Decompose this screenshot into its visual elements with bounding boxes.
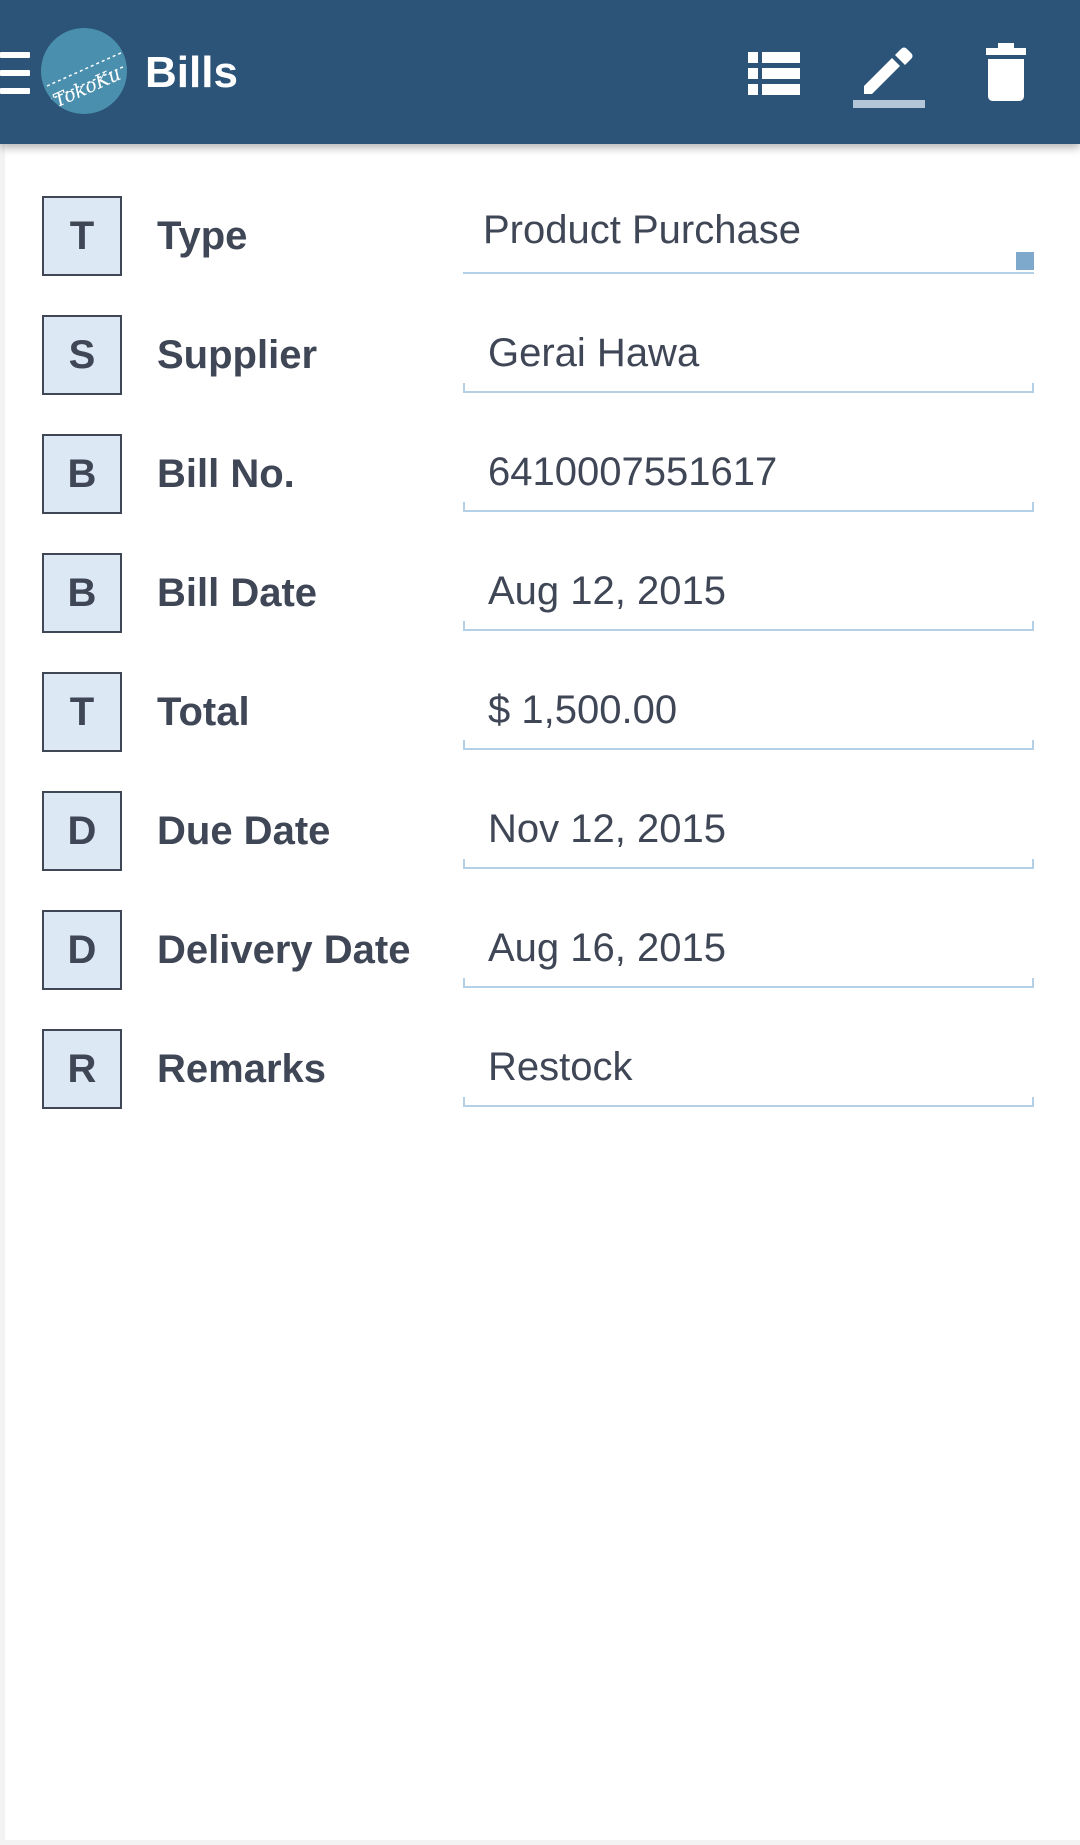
- field-underline: [463, 867, 1034, 869]
- menu-icon[interactable]: [0, 52, 30, 94]
- field-underline-tick: [463, 1097, 465, 1107]
- total-field[interactable]: $ 1,500.00: [463, 660, 1034, 750]
- field-underline: [463, 1105, 1034, 1107]
- form-row-due-date: D Due Date Nov 12, 2015: [5, 769, 1080, 871]
- field-underline-tick: [1032, 502, 1034, 512]
- field-underline-tick: [463, 502, 465, 512]
- form-row-delivery-date: D Delivery Date Aug 16, 2015: [5, 888, 1080, 990]
- field-underline: [463, 986, 1034, 988]
- form-row-type: T Type Product Purchase: [5, 174, 1080, 276]
- due-date-value: Nov 12, 2015: [488, 807, 726, 851]
- active-indicator: [853, 100, 925, 108]
- delivery-date-field[interactable]: Aug 16, 2015: [463, 898, 1034, 988]
- field-label: Bill Date: [157, 571, 318, 615]
- field-underline: [463, 272, 1034, 274]
- field-underline-tick: [1032, 621, 1034, 631]
- field-underline-tick: [463, 621, 465, 631]
- total-value: $ 1,500.00: [488, 688, 678, 732]
- edit-button[interactable]: [848, 36, 928, 112]
- field-initial-badge: D: [42, 791, 122, 871]
- field-underline-tick: [1032, 383, 1034, 393]
- field-underline-tick: [1032, 740, 1034, 750]
- field-label: Remarks: [157, 1047, 327, 1091]
- field-underline: [463, 510, 1034, 512]
- field-label: Due Date: [157, 809, 331, 853]
- bill-date-value: Aug 12, 2015: [488, 569, 726, 613]
- field-label: Type: [157, 214, 248, 258]
- app-bar: TokoKu Bills: [0, 0, 1080, 144]
- delete-button[interactable]: [966, 36, 1046, 112]
- field-initial-badge: S: [42, 315, 122, 395]
- remarks-value: Restock: [488, 1045, 633, 1089]
- supplier-field[interactable]: Gerai Hawa: [463, 303, 1034, 393]
- field-label: Total: [157, 690, 250, 734]
- bill-no-value: 6410007551617: [488, 450, 778, 494]
- field-underline-tick: [463, 740, 465, 750]
- due-date-field[interactable]: Nov 12, 2015: [463, 779, 1034, 869]
- form-row-supplier: S Supplier Gerai Hawa: [5, 293, 1080, 395]
- type-select[interactable]: Product Purchase: [463, 184, 1034, 274]
- app-logo[interactable]: TokoKu: [41, 28, 127, 114]
- delivery-date-value: Aug 16, 2015: [488, 926, 726, 970]
- field-label: Supplier: [157, 333, 318, 377]
- form-row-bill-date: B Bill Date Aug 12, 2015: [5, 531, 1080, 633]
- form-row-remarks: R Remarks Restock: [5, 1007, 1080, 1109]
- list-view-button[interactable]: [734, 36, 814, 112]
- field-underline-tick: [463, 978, 465, 988]
- svg-text:TokoKu: TokoKu: [50, 63, 124, 112]
- list-icon: [748, 52, 800, 95]
- field-initial-badge: T: [42, 196, 122, 276]
- field-initial-badge: B: [42, 553, 122, 633]
- field-initial-badge: D: [42, 910, 122, 990]
- field-initial-badge: R: [42, 1029, 122, 1109]
- field-underline: [463, 391, 1034, 393]
- field-underline-tick: [463, 859, 465, 869]
- field-initial-badge: B: [42, 434, 122, 514]
- bill-no-field[interactable]: 6410007551617: [463, 422, 1034, 512]
- field-label: Delivery Date: [157, 928, 411, 972]
- field-underline-tick: [1032, 978, 1034, 988]
- bill-detail-form: T Type Product Purchase S Supplier Gerai…: [5, 144, 1080, 1840]
- field-underline: [463, 748, 1034, 750]
- field-underline-tick: [463, 383, 465, 393]
- field-initial-badge: T: [42, 672, 122, 752]
- delete-icon: [986, 43, 1026, 101]
- field-underline: [463, 629, 1034, 631]
- field-underline-tick: [1032, 1097, 1034, 1107]
- field-underline-tick: [1032, 859, 1034, 869]
- form-row-total: T Total $ 1,500.00: [5, 650, 1080, 752]
- remarks-field[interactable]: Restock: [463, 1017, 1034, 1107]
- field-label: Bill No.: [157, 452, 295, 496]
- bill-date-field[interactable]: Aug 12, 2015: [463, 541, 1034, 631]
- form-row-bill-no: B Bill No. 6410007551617: [5, 412, 1080, 514]
- page-title: Bills: [145, 48, 238, 97]
- dropdown-indicator-icon: [1016, 252, 1034, 270]
- type-value: Product Purchase: [483, 208, 801, 252]
- supplier-value: Gerai Hawa: [488, 331, 700, 375]
